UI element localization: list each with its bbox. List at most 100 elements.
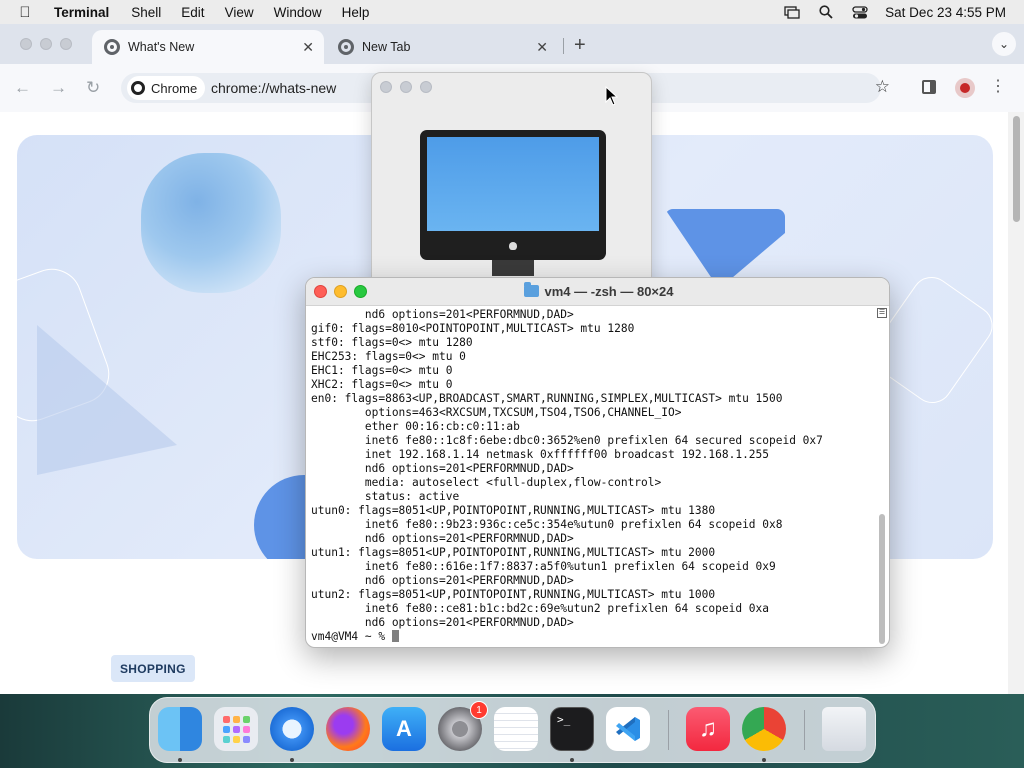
app-store-glyph: A	[396, 716, 412, 741]
menu-app-name[interactable]: Terminal	[50, 5, 121, 20]
spotlight-search-icon[interactable]	[809, 5, 843, 19]
terminal-line: XHC2: flags=0<> mtu 0	[311, 378, 453, 391]
decorative-shape	[37, 325, 177, 475]
folder-icon	[523, 282, 539, 297]
dock-separator	[668, 710, 669, 750]
launchpad-grid	[223, 716, 250, 743]
minimize-window-button[interactable]	[400, 81, 412, 93]
tab-search-chevron-icon[interactable]: ⌄	[992, 32, 1016, 56]
chrome-favicon-icon	[104, 39, 120, 55]
terminal-line: options=463<RXCSUM,TXCSUM,TSO4,TSO6,CHAN…	[311, 406, 682, 419]
running-indicator	[178, 758, 182, 762]
menu-help[interactable]: Help	[332, 5, 380, 20]
chrome-icon[interactable]	[742, 707, 786, 751]
menu-clock[interactable]: Sat Dec 23 4:55 PM	[877, 5, 1024, 20]
terminal-line: status: active	[311, 490, 460, 503]
running-indicator	[570, 758, 574, 762]
trash-icon[interactable]	[822, 707, 866, 751]
tab-strip: What's New ✕ New Tab ✕ + ⌄	[0, 24, 1024, 64]
new-tab-plus-icon[interactable]: +	[574, 34, 586, 57]
control-center-icon[interactable]	[843, 5, 877, 19]
profile-avatar-icon[interactable]	[955, 78, 975, 98]
menu-window[interactable]: Window	[264, 5, 332, 20]
music-note-glyph: ♫	[699, 715, 717, 742]
close-tab-icon[interactable]: ✕	[536, 39, 548, 56]
finder-icon[interactable]	[158, 707, 202, 751]
terminal-line: inet6 fe80::1c8f:6ebe:dbc0:3652%en0 pref…	[311, 434, 823, 447]
chrome-logo-icon	[131, 81, 145, 95]
back-arrow-icon[interactable]: ←	[14, 78, 31, 98]
terminal-line: stf0: flags=0<> mtu 1280	[311, 336, 473, 349]
terminal-titlebar[interactable]: vm4 — -zsh — 80×24	[306, 278, 889, 306]
imac-stand	[492, 260, 534, 276]
zoom-window-button[interactable]	[420, 81, 432, 93]
music-icon[interactable]: ♫	[686, 707, 730, 751]
shopping-label[interactable]: SHOPPING	[111, 655, 195, 682]
terminal-scrollbar[interactable]: ☰	[877, 306, 887, 647]
vscode-logo	[616, 717, 640, 741]
tab-separator	[563, 38, 564, 54]
notification-badge: 1	[470, 701, 488, 719]
terminal-line: nd6 options=201<PERFORMNUD,DAD>	[311, 616, 574, 629]
screen-mirroring-icon[interactable]	[775, 5, 809, 19]
text-cursor	[391, 630, 399, 642]
tab-whats-new[interactable]: What's New ✕	[92, 30, 324, 64]
forward-arrow-icon[interactable]: →	[50, 78, 67, 98]
apple-menu-icon[interactable]: 	[0, 4, 50, 21]
menu-view[interactable]: View	[215, 5, 264, 20]
apple-logo-icon	[509, 242, 517, 250]
dock-separator	[804, 710, 805, 750]
page-scrollbar[interactable]	[1008, 112, 1024, 694]
terminal-line: nd6 options=201<PERFORMNUD,DAD>	[311, 462, 574, 475]
terminal-line: inet 192.168.1.14 netmask 0xffffff00 bro…	[311, 448, 770, 461]
textedit-icon[interactable]	[494, 707, 538, 751]
terminal-line: EHC1: flags=0<> mtu 0	[311, 364, 453, 377]
terminal-line: nd6 options=201<PERFORMNUD,DAD>	[311, 532, 574, 545]
menu-shell[interactable]: Shell	[121, 5, 171, 20]
running-indicator	[762, 758, 766, 762]
about-window-controls	[380, 81, 432, 93]
launchpad-icon[interactable]	[214, 707, 258, 751]
url-text[interactable]: chrome://whats-new	[211, 80, 336, 96]
reload-icon[interactable]: ↻	[86, 78, 100, 98]
close-window-button[interactable]	[380, 81, 392, 93]
close-window-button[interactable]	[20, 38, 32, 50]
safari-icon[interactable]	[270, 707, 314, 751]
mouse-pointer-icon	[605, 86, 619, 106]
chrome-window-controls	[20, 38, 72, 50]
terminal-line: utun1: flags=8051<UP,POINTOPOINT,RUNNING…	[311, 546, 716, 559]
terminal-title-text: vm4 — -zsh — 80×24	[544, 284, 674, 299]
chrome-menu-kebab-icon[interactable]: ⋮	[990, 76, 1006, 96]
terminal-line: media: autoselect <full-duplex,flow-cont…	[311, 476, 662, 489]
system-settings-icon[interactable]: 1	[438, 701, 488, 751]
terminal-prompt-line[interactable]: vm4@VM4 ~ %	[311, 630, 876, 644]
terminal-line: EHC253: flags=0<> mtu 0	[311, 350, 466, 363]
chrome-favicon-icon	[338, 39, 354, 55]
tab-title: New Tab	[362, 40, 411, 54]
close-tab-icon[interactable]: ✕	[302, 39, 314, 56]
app-store-icon[interactable]: A	[382, 707, 426, 751]
terminal-window: vm4 — -zsh — 80×24 nd6 options=201<PERFO…	[305, 277, 890, 648]
tab-new-tab[interactable]: New Tab ✕	[326, 30, 558, 64]
site-info-chip[interactable]: Chrome	[127, 76, 206, 100]
menu-edit[interactable]: Edit	[171, 5, 214, 20]
scrollbar-toggle-icon[interactable]: ☰	[877, 308, 887, 318]
chip-label: Chrome	[151, 80, 198, 96]
minimize-window-button[interactable]	[40, 38, 52, 50]
side-panel-icon[interactable]	[922, 80, 936, 94]
terminal-prompt-glyph: >_	[557, 713, 571, 726]
imac-display	[427, 137, 599, 231]
bookmark-star-icon[interactable]: ☆	[875, 77, 890, 97]
terminal-output[interactable]: nd6 options=201<PERFORMNUD,DAD> gif0: fla…	[311, 308, 876, 644]
scrollbar-thumb[interactable]	[1013, 116, 1020, 222]
terminal-line: nd6 options=201<PERFORMNUD,DAD>	[311, 574, 574, 587]
zoom-window-button[interactable]	[60, 38, 72, 50]
scrollbar-thumb[interactable]	[879, 514, 885, 644]
firefox-icon[interactable]	[326, 707, 370, 751]
terminal-line: inet6 fe80::9b23:936c:ce5c:354e%utun0 pr…	[311, 518, 783, 531]
terminal-line: en0: flags=8863<UP,BROADCAST,SMART,RUNNI…	[311, 392, 783, 405]
imac-illustration-icon	[420, 130, 606, 260]
decorative-blob	[141, 153, 281, 293]
terminal-icon[interactable]: >_	[550, 707, 594, 751]
vscode-icon[interactable]	[606, 707, 650, 751]
